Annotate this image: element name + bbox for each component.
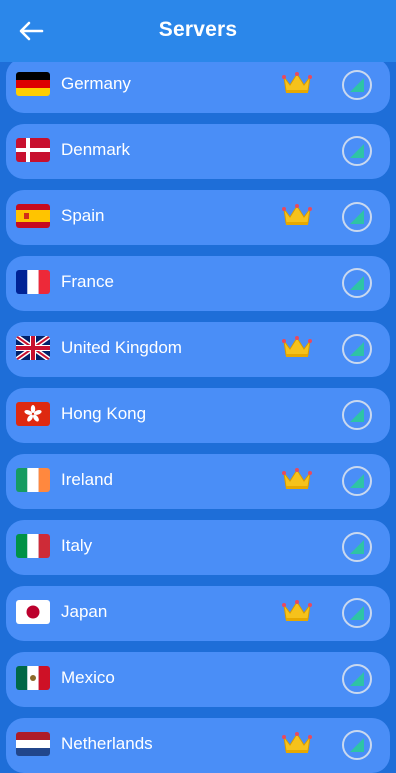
- hong-kong-flag-icon: [16, 402, 50, 426]
- japan-flag-icon: [16, 600, 50, 624]
- server-list: Germany Denmark Spain France United King…: [0, 0, 396, 773]
- ireland-flag-icon: [16, 468, 50, 492]
- premium-crown-icon: [282, 335, 312, 359]
- server-name: Spain: [61, 206, 105, 225]
- server-item-denmark[interactable]: Denmark: [6, 124, 390, 179]
- signal-strength-icon: [342, 136, 372, 166]
- server-item-spain[interactable]: Spain: [6, 190, 390, 245]
- server-item-germany[interactable]: Germany: [6, 58, 390, 113]
- signal-strength-icon: [342, 70, 372, 100]
- server-item-mexico[interactable]: Mexico: [6, 652, 390, 707]
- server-name: France: [61, 272, 114, 291]
- server-item-italy[interactable]: Italy: [6, 520, 390, 575]
- signal-strength-icon: [342, 202, 372, 232]
- server-name: Italy: [61, 536, 93, 555]
- server-name: United Kingdom: [61, 338, 182, 357]
- signal-strength-icon: [342, 268, 372, 298]
- server-name: Netherlands: [61, 734, 153, 753]
- server-item-united-kingdom[interactable]: United Kingdom: [6, 322, 390, 377]
- premium-crown-icon: [282, 71, 312, 95]
- server-name: Denmark: [61, 140, 130, 159]
- server-name: Germany: [61, 74, 131, 93]
- signal-strength-icon: [342, 400, 372, 430]
- netherlands-flag-icon: [16, 732, 50, 756]
- premium-crown-icon: [282, 731, 312, 755]
- page-title: Servers: [158, 18, 238, 41]
- server-name: Hong Kong: [61, 404, 147, 423]
- signal-strength-icon: [342, 730, 372, 760]
- united-kingdom-flag-icon: [16, 336, 50, 360]
- spain-flag-icon: [16, 204, 50, 228]
- denmark-flag-icon: [16, 138, 50, 162]
- signal-strength-icon: [342, 598, 372, 628]
- signal-strength-icon: [342, 664, 372, 694]
- france-flag-icon: [16, 270, 50, 294]
- premium-crown-icon: [282, 203, 312, 227]
- server-item-france[interactable]: France: [6, 256, 390, 311]
- server-name: Japan: [61, 602, 108, 621]
- premium-crown-icon: [282, 467, 312, 491]
- italy-flag-icon: [16, 534, 50, 558]
- app-bar: Servers: [0, 0, 396, 62]
- server-item-japan[interactable]: Japan: [6, 586, 390, 641]
- mexico-flag-icon: [16, 666, 50, 690]
- server-item-hong-kong[interactable]: Hong Kong: [6, 388, 390, 443]
- server-item-netherlands[interactable]: Netherlands: [6, 718, 390, 773]
- server-item-ireland[interactable]: Ireland: [6, 454, 390, 509]
- signal-strength-icon: [342, 334, 372, 364]
- server-name: Mexico: [61, 668, 115, 687]
- premium-crown-icon: [282, 599, 312, 623]
- germany-flag-icon: [16, 72, 50, 96]
- signal-strength-icon: [342, 532, 372, 562]
- server-name: Ireland: [61, 470, 113, 489]
- signal-strength-icon: [342, 466, 372, 496]
